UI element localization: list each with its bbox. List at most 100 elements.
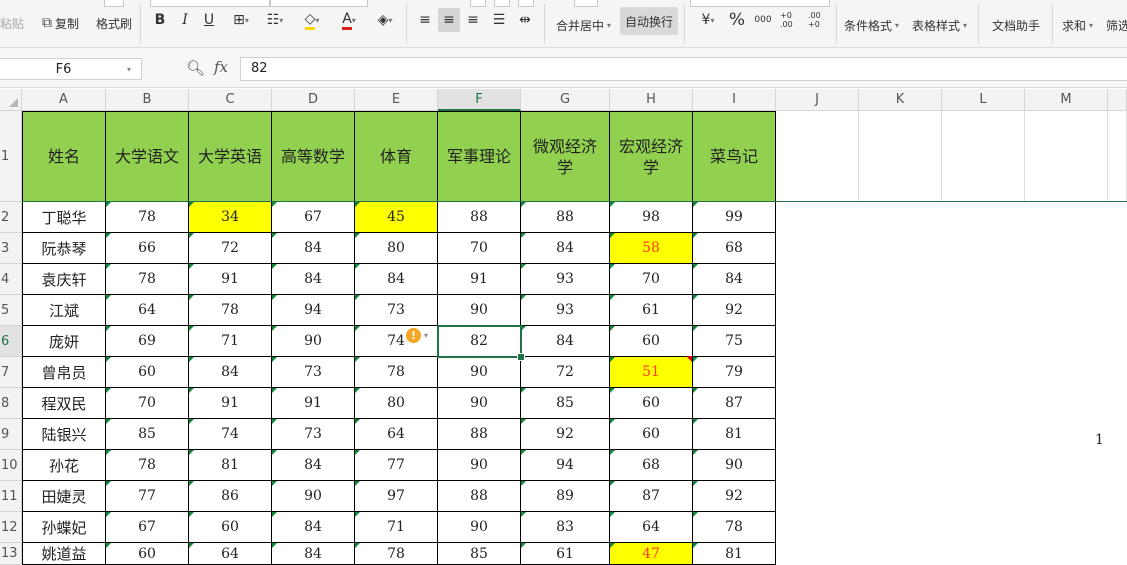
score-cell[interactable]: 66	[106, 233, 189, 264]
border-button[interactable]: ⊞ ▾	[226, 8, 256, 32]
score-cell[interactable]: 88	[438, 202, 521, 233]
name-cell[interactable]: 庞妍	[22, 326, 106, 357]
header-cell[interactable]: 体育	[355, 111, 438, 202]
align-top-icon[interactable]	[470, 0, 486, 7]
number-format-box[interactable]	[690, 0, 830, 7]
merge-center-button[interactable]: 合并居中 ▾	[556, 12, 611, 38]
name-cell[interactable]: 丁聪华	[22, 202, 106, 233]
thousands-button[interactable]: 000	[752, 8, 774, 32]
score-cell[interactable]: 45	[355, 202, 438, 233]
score-cell[interactable]: 92	[693, 295, 776, 326]
format-painter-button[interactable]: 格式刷	[96, 10, 132, 36]
score-cell[interactable]: 91	[438, 264, 521, 295]
score-cell[interactable]: 88	[438, 419, 521, 450]
underline-button[interactable]: U	[198, 8, 220, 32]
clear-format-button[interactable]: ☷ ▾	[260, 8, 290, 32]
score-cell[interactable]: 94	[272, 295, 355, 326]
score-cell[interactable]: 83	[521, 512, 610, 543]
score-cell[interactable]: 60	[610, 388, 693, 419]
score-cell[interactable]: 98	[610, 202, 693, 233]
copy-button[interactable]: ⧉ 复制	[42, 10, 79, 36]
score-cell[interactable]: 77	[355, 450, 438, 481]
score-cell[interactable]: 78	[106, 202, 189, 233]
score-cell[interactable]: 64	[189, 543, 272, 565]
score-cell[interactable]: 90	[272, 326, 355, 357]
score-cell[interactable]: 80	[355, 388, 438, 419]
score-cell[interactable]: 88	[521, 202, 610, 233]
formula-input[interactable]: 82	[240, 57, 1127, 81]
name-cell[interactable]: 孙花	[22, 450, 106, 481]
header-cell[interactable]: 宏观经济学	[610, 111, 693, 202]
name-cell[interactable]: 姚道益	[22, 543, 106, 565]
column-header-l[interactable]: L	[942, 89, 1025, 111]
column-header-a[interactable]: A	[22, 89, 106, 111]
score-cell[interactable]: 71	[355, 512, 438, 543]
score-cell[interactable]: 91	[189, 388, 272, 419]
score-cell[interactable]: 85	[521, 388, 610, 419]
column-header-k[interactable]: K	[859, 89, 942, 111]
column-header-d[interactable]: D	[272, 89, 355, 111]
name-cell[interactable]: 阮恭琴	[22, 233, 106, 264]
column-header-b[interactable]: B	[106, 89, 189, 111]
score-cell[interactable]: 68	[693, 233, 776, 264]
header-cell[interactable]: 大学语文	[106, 111, 189, 202]
score-cell[interactable]: 70	[438, 233, 521, 264]
italic-button[interactable]: I	[174, 8, 196, 32]
select-all-corner[interactable]	[0, 89, 22, 111]
filter-button[interactable]: 筛选	[1106, 12, 1127, 38]
name-cell[interactable]: 程双民	[22, 388, 106, 419]
row-header-3[interactable]: 3	[0, 233, 22, 264]
score-cell[interactable]: 64	[106, 295, 189, 326]
score-cell[interactable]: 67	[272, 202, 355, 233]
row-header-7[interactable]: 7	[0, 357, 22, 388]
align-left-button[interactable]: ≡	[414, 8, 436, 32]
row-header-6[interactable]: 6	[0, 326, 22, 357]
empty-cell[interactable]	[1025, 111, 1108, 202]
name-cell[interactable]: 陆银兴	[22, 419, 106, 450]
score-cell[interactable]: 70	[610, 264, 693, 295]
score-cell[interactable]: 84	[272, 264, 355, 295]
row-header-12[interactable]: 12	[0, 512, 22, 543]
align-right-button[interactable]: ≡	[462, 8, 484, 32]
score-cell[interactable]: 78	[355, 543, 438, 565]
chevron-down-icon[interactable]: ▾	[127, 65, 141, 74]
score-cell[interactable]: 97	[355, 481, 438, 512]
column-header-h[interactable]: H	[610, 89, 693, 111]
score-cell[interactable]: 60	[106, 357, 189, 388]
score-cell[interactable]: 87	[693, 388, 776, 419]
score-cell[interactable]: 81	[693, 419, 776, 450]
active-cell-selection[interactable]	[437, 325, 522, 358]
header-cell[interactable]: 高等数学	[272, 111, 355, 202]
score-cell[interactable]: 78	[355, 357, 438, 388]
score-cell[interactable]: 92	[521, 419, 610, 450]
score-cell[interactable]: 78	[693, 512, 776, 543]
row-header-10[interactable]: 10	[0, 450, 22, 481]
score-cell[interactable]: 86	[189, 481, 272, 512]
score-cell[interactable]: 85	[106, 419, 189, 450]
header-cell[interactable]: 大学英语	[189, 111, 272, 202]
percent-button[interactable]: %	[726, 8, 748, 32]
score-cell[interactable]: 84	[272, 512, 355, 543]
name-cell[interactable]: 袁庆轩	[22, 264, 106, 295]
fill-handle[interactable]	[517, 353, 525, 361]
score-cell[interactable]: 68	[610, 450, 693, 481]
score-cell[interactable]: 78	[106, 450, 189, 481]
score-cell[interactable]: 84	[272, 450, 355, 481]
row-header-4[interactable]: 4	[0, 264, 22, 295]
score-cell[interactable]: 91	[272, 388, 355, 419]
score-cell[interactable]: 67	[106, 512, 189, 543]
score-cell[interactable]: 73	[272, 357, 355, 388]
sum-button[interactable]: 求和 ▾	[1062, 12, 1093, 38]
score-cell[interactable]: 94	[521, 450, 610, 481]
score-cell[interactable]: 84	[189, 357, 272, 388]
row-header-2[interactable]: 2	[0, 202, 22, 233]
column-header-i[interactable]: I	[693, 89, 776, 111]
zoom-search-icon[interactable]: 🔍︎	[186, 59, 205, 77]
score-cell[interactable]: 90	[438, 450, 521, 481]
empty-cell[interactable]	[942, 111, 1025, 202]
score-cell[interactable]: 90	[438, 512, 521, 543]
score-cell[interactable]: 60	[106, 543, 189, 565]
score-cell[interactable]: 89	[521, 481, 610, 512]
score-cell[interactable]: 73	[355, 295, 438, 326]
score-cell[interactable]: 78	[189, 295, 272, 326]
